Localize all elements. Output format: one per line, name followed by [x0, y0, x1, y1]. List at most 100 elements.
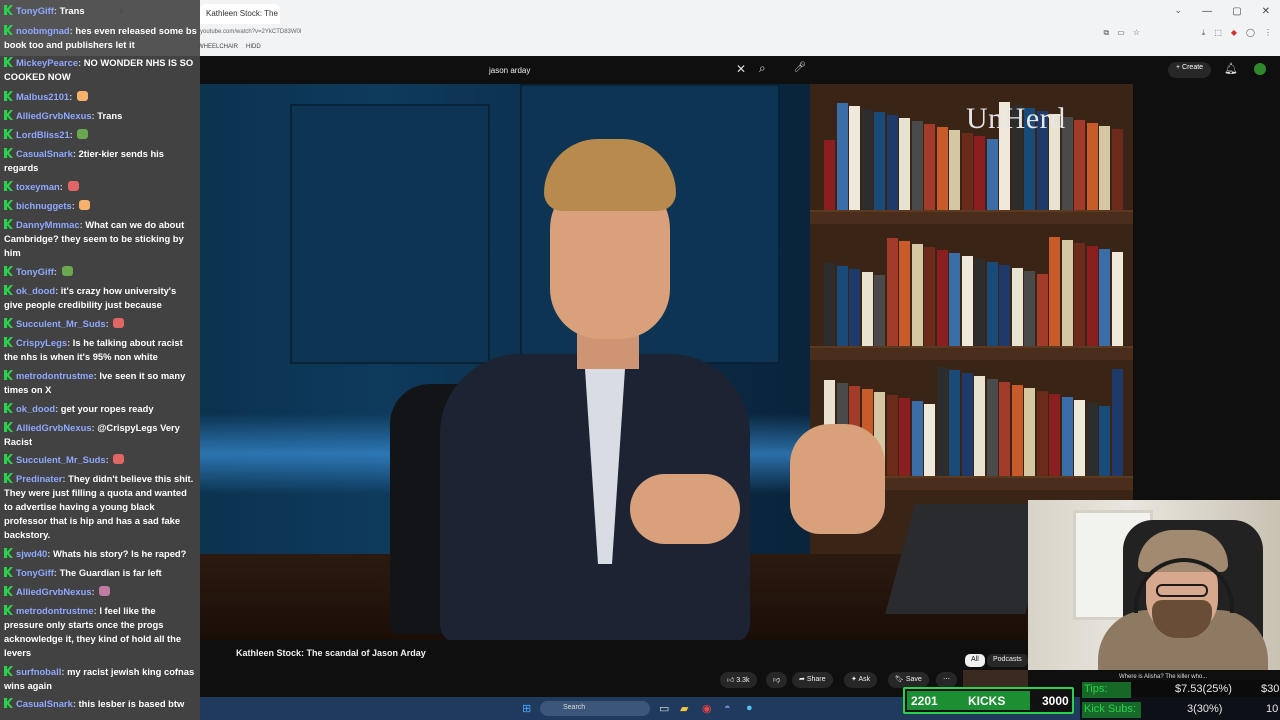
chat-username[interactable]: MickeyPearce — [16, 57, 78, 68]
share-button[interactable]: ➦ Share — [792, 672, 833, 688]
save-button[interactable]: 🔖︎ Save — [888, 672, 929, 688]
share-label: Share — [806, 676, 826, 683]
kick-badge-icon — [4, 567, 13, 577]
close-window-button[interactable]: ✕ — [1262, 6, 1270, 17]
bell-icon[interactable]: 🔔︎ — [1224, 62, 1238, 75]
search-input[interactable]: jason arday — [481, 62, 754, 78]
kicks-goal: 3000 — [1042, 694, 1069, 708]
create-button[interactable]: + Create — [1168, 62, 1212, 78]
download-icon[interactable]: ⤓ — [1202, 28, 1206, 38]
chat-username[interactable]: Succulent_Mr_Suds — [16, 454, 106, 465]
chat-username[interactable]: ok_dood — [16, 403, 55, 414]
profile-icon[interactable]: ◯ — [1246, 28, 1255, 38]
book — [1099, 249, 1110, 346]
book — [836, 266, 848, 346]
chat-message: ok_dood: get your ropes ready — [4, 402, 197, 416]
bookmark-item[interactable]: HIDD — [246, 44, 261, 50]
chat-username[interactable]: Succulent_Mr_Suds — [16, 318, 106, 329]
chat-username[interactable]: metrodontrustme — [16, 370, 94, 381]
menu-icon[interactable]: ⋮ — [1264, 28, 1272, 38]
chat-username[interactable]: noobmgnad — [16, 25, 70, 36]
chip-podcasts[interactable]: Podcasts — [987, 654, 1028, 667]
chat-username[interactable]: surfnoball — [16, 666, 61, 677]
discord-icon[interactable]: ◓ — [724, 702, 731, 714]
chat-separator: : — [69, 91, 75, 102]
chat-message: AlliedGrvbNexus: — [4, 585, 197, 599]
task-view-icon[interactable]: ▭ — [659, 702, 669, 715]
emote-icon — [79, 200, 91, 210]
chat-username[interactable]: DannyMmmac — [16, 219, 80, 230]
chrome-icon[interactable]: ◉ — [702, 702, 712, 715]
dislike-button[interactable]: 👎︎ — [766, 672, 788, 688]
book — [836, 103, 848, 210]
extensions-icon[interactable]: ⬚ — [1214, 28, 1222, 38]
chat-username[interactable]: toxeyman — [16, 181, 60, 192]
book — [886, 115, 898, 210]
chat-username[interactable]: ok_dood — [16, 285, 55, 296]
search-icon[interactable]: ⌕ — [759, 61, 766, 76]
minimize-button[interactable]: — — [1202, 6, 1212, 17]
book — [1111, 252, 1123, 346]
like-button[interactable]: 👍︎ 3.3k — [720, 672, 757, 688]
chat-text: this lesber is based btw — [78, 698, 185, 709]
chat-username[interactable]: TonyGiff — [16, 266, 54, 277]
address-bar[interactable]: youtube.com/watch?v=2YkCTD83W0I — [200, 26, 1145, 40]
chat-separator: : — [105, 454, 112, 465]
book — [911, 121, 923, 210]
chat-username[interactable]: Predinater — [16, 473, 62, 484]
chat-username[interactable]: CasualSnark — [16, 698, 73, 709]
chevron-down-icon[interactable]: ⌄ — [1174, 5, 1182, 16]
windows-start-icon[interactable]: ⊞ — [522, 702, 531, 715]
tips-value: $7.53(25%) — [1175, 683, 1232, 695]
avatar[interactable] — [1254, 63, 1266, 75]
chat-message: CasualSnark: this lesber is based btw — [4, 697, 197, 711]
window-controls: — ▢ ✕ — [1202, 6, 1270, 17]
kick-badge-icon — [4, 548, 13, 558]
chat-username[interactable]: AlliedGrvbNexus — [16, 586, 92, 597]
chat-username[interactable]: bichnuggets — [16, 200, 72, 211]
kicks-current: 2201 — [911, 694, 938, 708]
book — [999, 265, 1010, 346]
taskbar-search[interactable]: Search — [540, 701, 650, 716]
chat-username[interactable]: Malbus2101 — [16, 91, 69, 102]
chip-all[interactable]: All — [965, 654, 985, 667]
book — [1061, 240, 1073, 346]
video-title: Kathleen Stock: The scandal of Jason Ard… — [236, 648, 426, 658]
install-icon[interactable]: ⧉ — [1104, 28, 1110, 38]
chat-username[interactable]: CasualSnark — [16, 148, 73, 159]
maximize-button[interactable]: ▢ — [1232, 6, 1241, 17]
subs-goal: 10 — [1266, 703, 1279, 715]
kick-badge-icon — [4, 473, 13, 483]
bookmark-item[interactable]: WHEELCHAIR — [198, 44, 238, 50]
folder-icon[interactable]: ▰ — [680, 702, 688, 715]
kick-badge-icon — [4, 403, 13, 413]
book — [911, 401, 923, 476]
more-button[interactable]: ⋯ — [936, 672, 957, 688]
chat-message: MickeyPearce: NO WONDER NHS IS SO COOKED… — [4, 56, 197, 84]
shield-icon[interactable]: ◆ — [1231, 28, 1237, 38]
book — [1061, 397, 1073, 476]
chat-username[interactable]: AlliedGrvbNexus — [16, 422, 92, 433]
video-player[interactable]: UnHerd — [200, 84, 1133, 640]
chat-username[interactable]: LordBliss21 — [16, 129, 70, 140]
star-icon[interactable]: ☆ — [1133, 28, 1140, 38]
kick-badge-icon — [4, 454, 13, 464]
book — [924, 247, 935, 346]
chat-username[interactable]: CrispyLegs — [16, 337, 67, 348]
browser-tab[interactable]: Kathleen Stock: The scandal... — [200, 4, 280, 24]
book — [824, 263, 835, 346]
clear-search-icon[interactable]: ✕ — [736, 62, 746, 76]
app-icon[interactable]: ● — [746, 702, 753, 714]
chat-separator: : — [53, 266, 60, 277]
book — [1049, 394, 1060, 476]
chat-username[interactable]: sjwd40 — [16, 548, 47, 559]
chat-username[interactable]: metrodontrustme — [16, 605, 94, 616]
chat-username[interactable]: TonyGiff — [16, 5, 54, 16]
microphone-icon[interactable]: 🎤︎ — [792, 60, 808, 76]
chat-username[interactable]: AlliedGrvbNexus — [16, 110, 92, 121]
cast-icon[interactable]: ▭ — [1117, 28, 1125, 38]
ask-button[interactable]: ✦ Ask — [844, 672, 878, 688]
person-hand-right — [790, 424, 885, 534]
chat-username[interactable]: TonyGiff — [16, 567, 54, 578]
kick-badge-icon — [4, 698, 13, 708]
